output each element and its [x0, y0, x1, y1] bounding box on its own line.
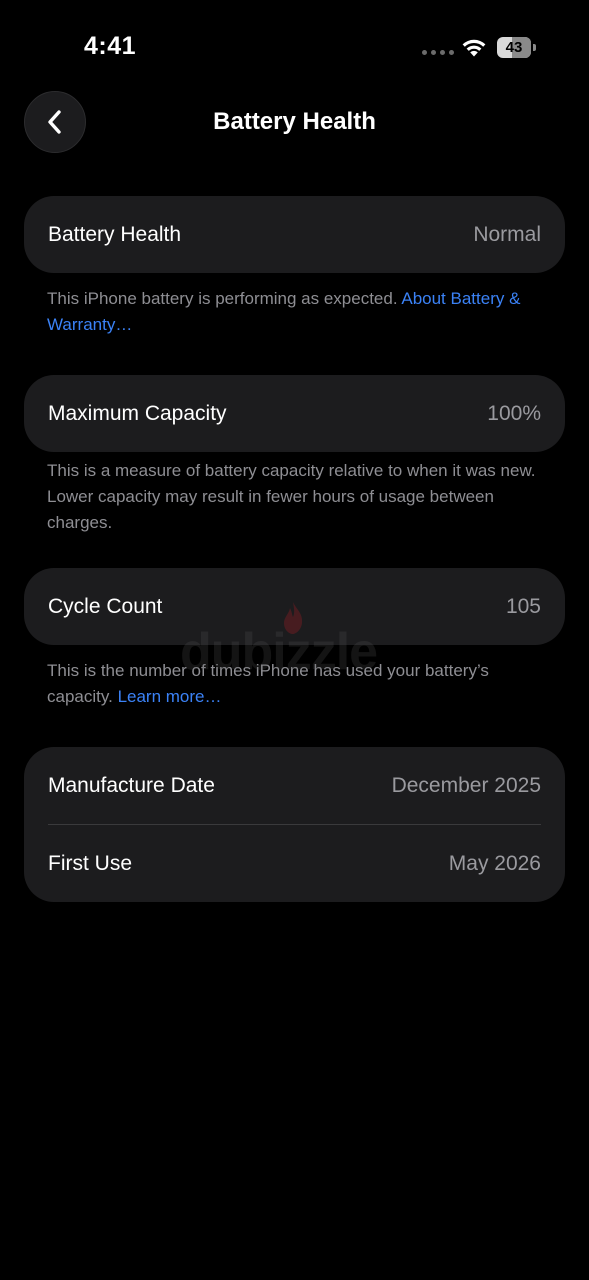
- page-title: Battery Health: [213, 108, 376, 135]
- first-use-value: May 2026: [448, 851, 541, 875]
- maximum-capacity-value: 100%: [487, 401, 541, 425]
- dates-card: Manufacture Date December 2025 First Use…: [24, 747, 565, 902]
- status-bar: 4:41 43: [0, 0, 589, 90]
- manufacture-date-value: December 2025: [391, 773, 541, 797]
- first-use-label: First Use: [48, 851, 132, 875]
- learn-more-link[interactable]: Learn more…: [118, 687, 222, 706]
- battery-icon: 43: [497, 37, 537, 58]
- cycle-count-label: Cycle Count: [48, 594, 163, 618]
- battery-health-value: Normal: [473, 222, 541, 246]
- maximum-capacity-card: Maximum Capacity 100%: [24, 375, 565, 452]
- maximum-capacity-row: Maximum Capacity 100%: [24, 375, 565, 452]
- battery-health-footnote-text: This iPhone battery is performing as exp…: [47, 289, 402, 308]
- maximum-capacity-label: Maximum Capacity: [48, 401, 227, 425]
- manufacture-date-label: Manufacture Date: [48, 773, 215, 797]
- cycle-count-row: Cycle Count 105: [24, 568, 565, 645]
- battery-health-card: Battery Health Normal: [24, 196, 565, 273]
- battery-level: 43: [505, 39, 523, 56]
- battery-health-label: Battery Health: [48, 222, 182, 246]
- status-time: 4:41: [84, 32, 137, 60]
- maximum-capacity-footnote: This is a measure of battery capacity re…: [47, 461, 536, 532]
- first-use-row: First Use May 2026: [24, 825, 565, 902]
- cycle-count-footnote: This is the number of times iPhone has u…: [47, 658, 552, 710]
- cellular-signal-icon: [422, 50, 454, 55]
- battery-health-footnote: This iPhone battery is performing as exp…: [47, 286, 552, 338]
- cycle-count-card: Cycle Count 105: [24, 568, 565, 645]
- wifi-icon: [462, 39, 486, 57]
- cycle-count-footnote-text: This is the number of times iPhone has u…: [47, 661, 489, 706]
- battery-health-row: Battery Health Normal: [24, 196, 565, 273]
- manufacture-date-row: Manufacture Date December 2025: [24, 747, 565, 824]
- cycle-count-value: 105: [505, 594, 541, 618]
